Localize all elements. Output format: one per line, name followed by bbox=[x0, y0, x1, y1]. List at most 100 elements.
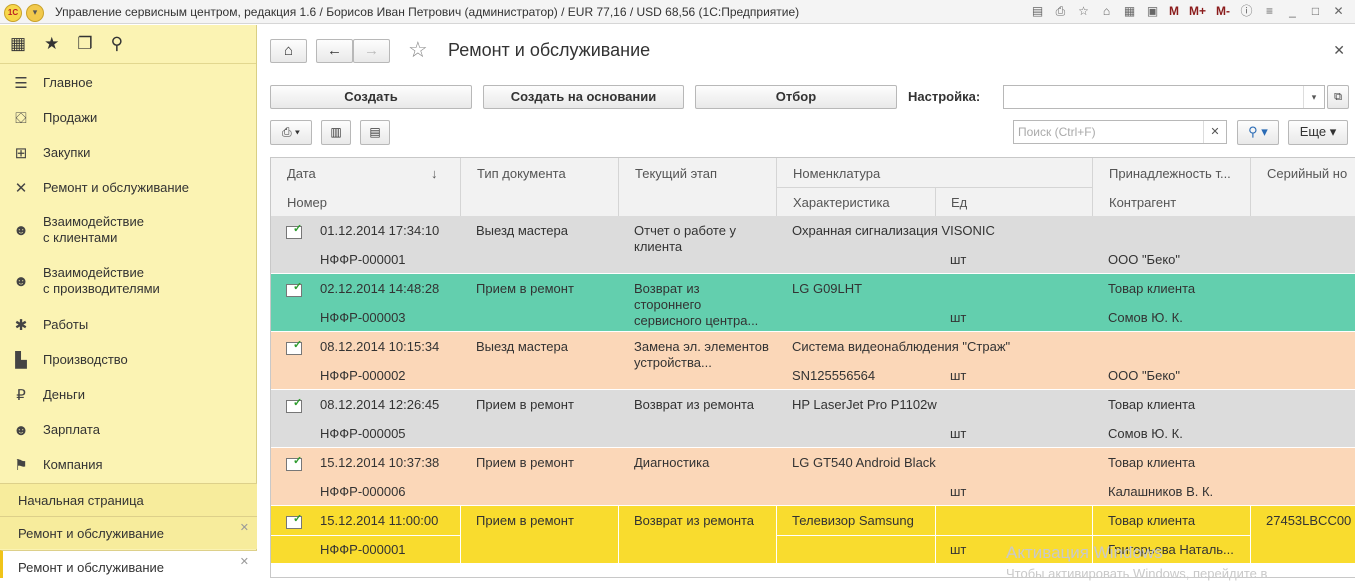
open-tab-repair-2[interactable]: Ремонт и обслуживание ✕ bbox=[0, 550, 257, 578]
table-row[interactable]: 08.12.2014 10:15:34 НФФР-000002 Выезд маст… bbox=[271, 332, 1355, 390]
col-stage[interactable]: Текущий этап bbox=[635, 166, 717, 181]
col-belongs[interactable]: Принадлежность т... bbox=[1109, 166, 1231, 181]
apps-grid-icon[interactable]: ▦ bbox=[10, 34, 26, 54]
sort-down-icon[interactable]: ↓ bbox=[431, 166, 438, 181]
col-date[interactable]: Дата bbox=[287, 166, 316, 181]
favorite-star-icon[interactable]: ☆ bbox=[408, 37, 428, 63]
open-tab-label: Ремонт и обслуживание bbox=[18, 526, 164, 541]
row-counterparty: ООО "Беко" bbox=[1108, 252, 1181, 267]
more-button[interactable]: Еще ▾ bbox=[1288, 120, 1348, 145]
sidebar-item-company[interactable]: ⚑ Компания bbox=[0, 455, 257, 475]
calendar-icon[interactable]: ▣ bbox=[1144, 3, 1161, 20]
create-based-button[interactable]: Создать на основании bbox=[483, 85, 684, 109]
menu-icon[interactable]: ≡ bbox=[1261, 3, 1278, 20]
main-menu-button[interactable]: ▾ bbox=[26, 4, 44, 22]
home-icon[interactable]: ⌂ bbox=[1098, 3, 1115, 20]
col-number[interactable]: Номер bbox=[287, 195, 327, 210]
star-icon[interactable]: ☆ bbox=[1075, 3, 1092, 20]
mem-m-button[interactable]: M bbox=[1167, 3, 1181, 20]
col-nomenclature[interactable]: Номенклатура bbox=[793, 166, 880, 181]
row-number: НФФР-000003 bbox=[320, 310, 406, 325]
maximize-icon[interactable]: □ bbox=[1307, 3, 1324, 20]
sidebar-item-works[interactable]: ✱ Работы bbox=[0, 315, 257, 335]
col-counterparty[interactable]: Контрагент bbox=[1109, 195, 1176, 210]
minimize-icon[interactable]: _ bbox=[1284, 3, 1301, 20]
posted-document-icon bbox=[286, 338, 302, 355]
sidebar-item-vendors[interactable]: ☻ Взаимодействие с производителями bbox=[0, 264, 257, 298]
search-icon[interactable]: ⚲ bbox=[111, 34, 123, 54]
sidebar-item-clients[interactable]: ☻ Взаимодействие с клиентами bbox=[0, 213, 257, 247]
menu-icon: ☰ bbox=[14, 75, 28, 92]
back-button[interactable]: ← bbox=[316, 39, 353, 63]
forward-button[interactable]: → bbox=[353, 39, 390, 63]
row-nomenclature: Охранная сигнализация VISONIC bbox=[792, 223, 995, 238]
col-characteristic[interactable]: Характеристика bbox=[793, 195, 890, 210]
table-row[interactable]: 08.12.2014 12:26:45 НФФР-000005 Прием в ре… bbox=[271, 390, 1355, 448]
row-nomenclature: Телевизор Samsung bbox=[792, 513, 914, 528]
sidebar-item-label: Главное bbox=[43, 75, 93, 90]
print-icon[interactable]: ⎙ bbox=[1052, 3, 1069, 20]
sidebar-item-main[interactable]: ☰ Главное bbox=[0, 73, 257, 93]
salary-icon: ☻ bbox=[13, 421, 29, 439]
row-nomenclature: LG G09LHT bbox=[792, 281, 863, 296]
filter-button[interactable]: Отбор bbox=[695, 85, 897, 109]
close-tab-icon[interactable]: ✕ bbox=[240, 555, 249, 568]
open-tab-repair-1[interactable]: Ремонт и обслуживание ✕ bbox=[0, 516, 257, 549]
sidebar-item-production[interactable]: ▙ Производство bbox=[0, 350, 257, 370]
basket-icon: ⛋ bbox=[15, 109, 27, 127]
col-doc-type[interactable]: Тип документа bbox=[477, 166, 566, 181]
row-stage: Отчет о работе у клиента bbox=[634, 223, 737, 254]
posted-document-icon bbox=[286, 512, 302, 529]
favorites-star-icon[interactable]: ★ bbox=[44, 34, 59, 54]
mem-plus-button[interactable]: M+ bbox=[1187, 3, 1208, 20]
col-unit[interactable]: Ед bbox=[951, 195, 967, 210]
calc-icon[interactable]: ▦ bbox=[1121, 3, 1138, 20]
sidebar-item-purchases[interactable]: ⊞ Закупки bbox=[0, 143, 257, 163]
col-serial[interactable]: Серийный но bbox=[1267, 166, 1347, 181]
create-button[interactable]: Создать bbox=[270, 85, 472, 109]
print-menu-button[interactable]: ⎙ ▾ bbox=[270, 120, 312, 145]
close-form-icon[interactable]: ✕ bbox=[1333, 42, 1345, 59]
chevron-down-icon[interactable]: ▾ bbox=[1303, 86, 1324, 108]
mem-minus-button[interactable]: M- bbox=[1214, 3, 1232, 20]
search-input[interactable]: Поиск (Ctrl+F) ✕ bbox=[1013, 120, 1227, 144]
report-icon[interactable]: ▤ bbox=[360, 120, 390, 145]
close-window-icon[interactable]: ✕ bbox=[1330, 3, 1347, 20]
clients-icon: ☻ bbox=[13, 222, 29, 239]
close-tab-icon[interactable]: ✕ bbox=[240, 521, 249, 534]
sidebar-item-label: Ремонт и обслуживание bbox=[43, 180, 189, 195]
open-tab-home[interactable]: Начальная страница bbox=[0, 483, 257, 516]
row-date: 01.12.2014 17:34:10 bbox=[320, 223, 440, 238]
sidebar-item-label: Взаимодействие с клиентами bbox=[43, 214, 144, 245]
row-number: НФФР-000005 bbox=[320, 426, 406, 441]
info-icon[interactable]: ⓘ bbox=[1238, 3, 1255, 20]
sidebar-item-salary[interactable]: ☻ Зарплата bbox=[0, 420, 257, 440]
search-options-button[interactable]: ⚲ ▾ bbox=[1237, 120, 1279, 145]
row-unit: шт bbox=[950, 310, 967, 325]
history-icon[interactable]: ❐ bbox=[77, 34, 92, 54]
open-settings-button[interactable]: ⧉ bbox=[1327, 85, 1349, 109]
row-unit: шт bbox=[950, 368, 967, 383]
row-date: 08.12.2014 12:26:45 bbox=[320, 397, 440, 412]
sidebar-item-money[interactable]: ₽ Деньги bbox=[0, 385, 257, 405]
row-belongs: Товар клиента bbox=[1108, 281, 1196, 296]
row-belongs: Товар клиента bbox=[1108, 397, 1196, 412]
clear-search-icon[interactable]: ✕ bbox=[1203, 121, 1226, 143]
sidebar-item-repair[interactable]: ✕ Ремонт и обслуживание bbox=[0, 178, 257, 198]
documents-table: Дата ↓ Номер Тип документа Текущий этап … bbox=[270, 157, 1355, 578]
sidebar-item-sales[interactable]: ⛋ Продажи bbox=[0, 108, 257, 128]
table-row[interactable]: 15.12.2014 10:37:38 НФФР-000006 Прием в ре… bbox=[271, 448, 1355, 506]
table-row[interactable]: 15.12.2014 11:00:00 НФФР-000001 Прием в ре… bbox=[271, 506, 1355, 564]
works-icon: ✱ bbox=[14, 317, 28, 334]
home-button[interactable]: ⌂ bbox=[270, 39, 307, 63]
settings-select[interactable]: ▾ bbox=[1003, 85, 1325, 109]
settings-label: Настройка: bbox=[908, 89, 981, 104]
save-icon[interactable]: ▤ bbox=[1029, 3, 1046, 20]
table-row[interactable]: 02.12.2014 14:48:28 НФФР-000003 Прием в ре… bbox=[271, 274, 1355, 332]
search-placeholder: Поиск (Ctrl+F) bbox=[1018, 125, 1096, 139]
sidebar: ▦ ★ ❐ ⚲ ☰ Главное ⛋ Продажи ⊞ Закупки ✕ … bbox=[0, 25, 257, 578]
barcode-icon[interactable]: ▥ bbox=[321, 120, 351, 145]
table-row[interactable]: 01.12.2014 17:34:10 НФФР-000001 Выезд маст… bbox=[271, 216, 1355, 274]
vendors-icon: ☻ bbox=[13, 273, 29, 290]
sidebar-item-label: Деньги bbox=[43, 387, 85, 402]
